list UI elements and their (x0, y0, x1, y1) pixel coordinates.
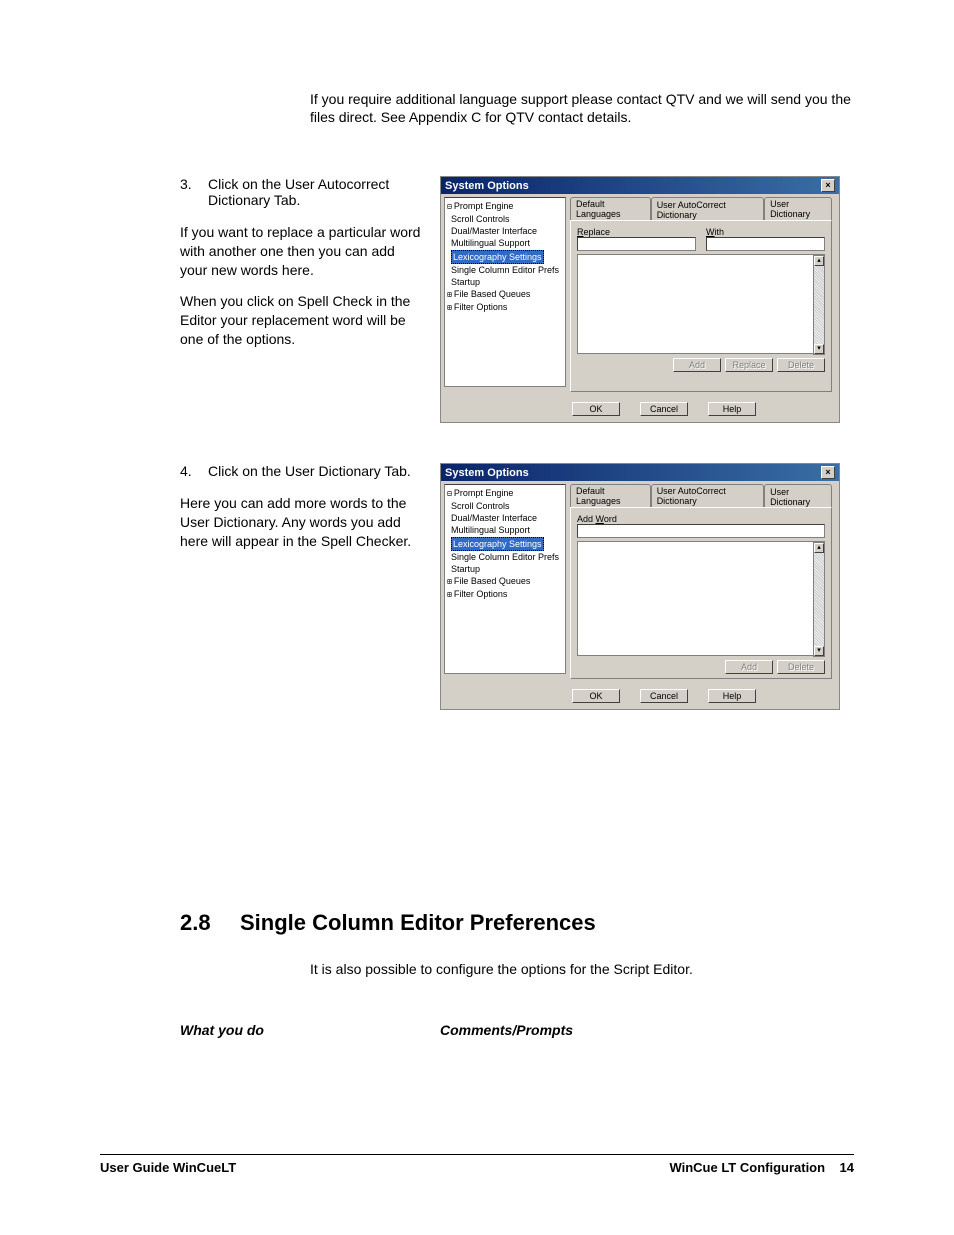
dialog-title: System Options (445, 467, 529, 479)
step-4-title: Click on the User Dictionary Tab. (208, 463, 425, 479)
with-label: With (706, 227, 825, 237)
ok-button[interactable]: OK (572, 689, 620, 703)
page-footer: User Guide WinCueLT WinCue LT Configurat… (100, 1154, 854, 1175)
tree-item[interactable]: Startup (451, 276, 563, 288)
tabs: Default Languages User AutoCorrect Dicti… (570, 484, 832, 507)
add-button[interactable]: Add (725, 660, 773, 674)
tab-user-autocorrect[interactable]: User AutoCorrect Dictionary (651, 197, 764, 221)
user-dictionary-panel: Add Word ▴ ▾ Add Delete (570, 507, 832, 679)
expand-icon[interactable]: ⊞ (447, 303, 452, 312)
tree-item[interactable]: Filter Options (454, 589, 508, 599)
autocorrect-panel: Replace With ▴ ▾ (570, 220, 832, 392)
tree-item[interactable]: Single Column Editor Prefs (451, 264, 563, 276)
section-title: Single Column Editor Preferences (240, 910, 596, 936)
tab-user-dictionary[interactable]: User Dictionary (764, 484, 832, 508)
step-4-row: 4. Click on the User Dictionary Tab. Her… (180, 463, 854, 730)
options-tree[interactable]: ⊟Prompt Engine Scroll Controls Dual/Mast… (444, 484, 566, 674)
dialog-titlebar[interactable]: System Options × (441, 177, 839, 194)
scroll-up-icon[interactable]: ▴ (814, 256, 824, 266)
scroll-down-icon[interactable]: ▾ (814, 344, 824, 354)
cancel-button[interactable]: Cancel (640, 689, 688, 703)
step-3-row: 3. Click on the User Autocorrect Diction… (180, 176, 854, 443)
tree-item[interactable]: Dual/Master Interface (451, 512, 563, 524)
collapse-icon[interactable]: ⊟ (447, 489, 452, 498)
step-4-screenshot: System Options × ⊟Prompt Engine Scroll C… (440, 463, 854, 730)
intro-paragraph: If you require additional language suppo… (310, 90, 854, 126)
replacement-list[interactable] (577, 254, 825, 354)
scrollbar[interactable]: ▴ ▾ (813, 255, 825, 355)
scroll-down-icon[interactable]: ▾ (814, 646, 824, 656)
step-4-number: 4. (180, 463, 208, 479)
tree-item[interactable]: Scroll Controls (451, 213, 563, 225)
replace-label: Replace (577, 227, 696, 237)
delete-button[interactable]: Delete (777, 358, 825, 372)
col-comments-prompts: Comments/Prompts (440, 1022, 573, 1038)
ok-button[interactable]: OK (572, 402, 620, 416)
tree-item[interactable]: Multilingual Support (451, 524, 563, 536)
step-4-p1: Here you can add more words to the User … (180, 494, 425, 551)
tree-item-selected[interactable]: Lexicography Settings (451, 537, 544, 551)
system-options-dialog-2: System Options × ⊟Prompt Engine Scroll C… (440, 463, 840, 710)
tab-user-autocorrect[interactable]: User AutoCorrect Dictionary (651, 484, 764, 507)
tree-item[interactable]: Prompt Engine (454, 488, 514, 498)
scroll-up-icon[interactable]: ▴ (814, 543, 824, 553)
tabs: Default Languages User AutoCorrect Dicti… (570, 197, 832, 220)
footer-right: WinCue LT Configuration 14 (669, 1160, 854, 1175)
tree-item[interactable]: Scroll Controls (451, 500, 563, 512)
tab-default-languages[interactable]: Default Languages (570, 484, 651, 507)
dialog-title: System Options (445, 180, 529, 192)
tree-item[interactable]: Filter Options (454, 302, 508, 312)
cancel-button[interactable]: Cancel (640, 402, 688, 416)
expand-icon[interactable]: ⊞ (447, 577, 452, 586)
word-list[interactable] (577, 541, 825, 656)
col-what-you-do: What you do (180, 1022, 440, 1038)
replace-input[interactable] (577, 237, 696, 251)
tree-item[interactable]: Dual/Master Interface (451, 225, 563, 237)
footer-section: WinCue LT Configuration (669, 1160, 825, 1175)
tree-item[interactable]: File Based Queues (454, 576, 531, 586)
tree-item[interactable]: File Based Queues (454, 289, 531, 299)
step-3-text: 3. Click on the User Autocorrect Diction… (180, 176, 440, 360)
replace-button[interactable]: Replace (725, 358, 773, 372)
step-3-number: 3. (180, 176, 208, 208)
tree-item[interactable]: Multilingual Support (451, 237, 563, 249)
step-3-p1: If you want to replace a particular word… (180, 223, 425, 280)
section-2-8-header: 2.8 Single Column Editor Preferences (180, 910, 854, 936)
step-3-p2: When you click on Spell Check in the Edi… (180, 292, 425, 349)
tree-item[interactable]: Single Column Editor Prefs (451, 551, 563, 563)
tree-item-selected[interactable]: Lexicography Settings (451, 250, 544, 264)
add-word-input[interactable] (577, 524, 825, 538)
scrollbar[interactable]: ▴ ▾ (813, 542, 825, 657)
tree-item[interactable]: Prompt Engine (454, 201, 514, 211)
help-button[interactable]: Help (708, 689, 756, 703)
add-button[interactable]: Add (673, 358, 721, 372)
close-icon[interactable]: × (821, 179, 835, 192)
system-options-dialog-1: System Options × ⊟Prompt Engine Scroll C… (440, 176, 840, 423)
footer-page-number: 14 (840, 1160, 854, 1175)
expand-icon[interactable]: ⊞ (447, 290, 452, 299)
step-3-screenshot: System Options × ⊟Prompt Engine Scroll C… (440, 176, 854, 443)
footer-left: User Guide WinCueLT (100, 1160, 236, 1175)
add-word-label: Add Word (577, 514, 825, 524)
tab-default-languages[interactable]: Default Languages (570, 197, 651, 220)
delete-button[interactable]: Delete (777, 660, 825, 674)
step-3-title: Click on the User Autocorrect Dictionary… (208, 176, 425, 208)
tab-user-dictionary[interactable]: User Dictionary (764, 197, 832, 220)
step-4-text: 4. Click on the User Dictionary Tab. Her… (180, 463, 440, 563)
section-2-8-intro: It is also possible to configure the opt… (310, 961, 854, 977)
close-icon[interactable]: × (821, 466, 835, 479)
section-number: 2.8 (180, 910, 240, 936)
column-headers: What you do Comments/Prompts (180, 1022, 854, 1038)
dialog-titlebar[interactable]: System Options × (441, 464, 839, 481)
tree-item[interactable]: Startup (451, 563, 563, 575)
help-button[interactable]: Help (708, 402, 756, 416)
collapse-icon[interactable]: ⊟ (447, 202, 452, 211)
options-tree[interactable]: ⊟Prompt Engine Scroll Controls Dual/Mast… (444, 197, 566, 387)
with-input[interactable] (706, 237, 825, 251)
expand-icon[interactable]: ⊞ (447, 590, 452, 599)
